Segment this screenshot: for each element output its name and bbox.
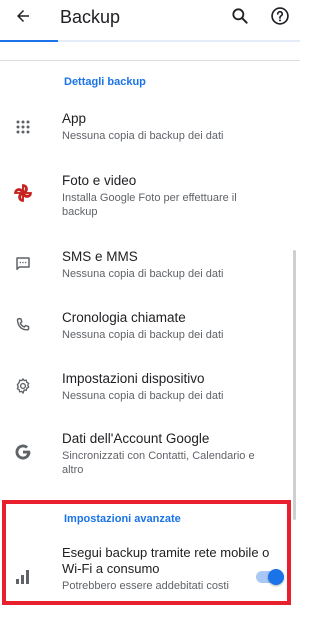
list-item-app[interactable]: App Nessuna copia di backup dei dati — [0, 108, 300, 148]
list-item-google-account-data[interactable]: Dati dell'Account Google Sincronizzati c… — [0, 428, 300, 480]
item-title: Foto e video — [62, 173, 137, 188]
section-header-backup-details: Dettagli backup — [64, 76, 146, 88]
list-item-call-history[interactable]: Cronologia chiamate Nessuna copia di bac… — [0, 307, 300, 347]
app-bar: Backup — [0, 0, 300, 40]
search-button[interactable] — [226, 4, 254, 32]
item-subtitle: Nessuna copia di backup dei dati — [62, 268, 224, 280]
item-title: Dati dell'Account Google — [62, 431, 210, 446]
item-subtitle: Potrebbero essere addebitati costi — [62, 580, 229, 592]
section-header-advanced: Impostazioni avanzate — [64, 513, 181, 525]
toggle-thumb[interactable] — [268, 569, 284, 585]
progress-indicator — [0, 40, 58, 42]
list-item-metered-backup[interactable]: Esegui backup tramite rete mobile o Wi-F… — [0, 545, 300, 605]
message-icon — [12, 253, 34, 275]
item-subtitle: Nessuna copia di backup dei dati — [62, 130, 224, 142]
item-title: Impostazioni dispositivo — [62, 371, 205, 386]
scrollbar[interactable] — [293, 250, 296, 520]
settings-gear-icon — [12, 375, 34, 397]
item-subtitle: Nessuna copia di backup dei dati — [62, 329, 224, 341]
phone-icon — [12, 314, 34, 336]
search-icon — [230, 6, 250, 31]
back-button[interactable] — [8, 4, 38, 32]
list-item-sms[interactable]: SMS e MMS Nessuna copia di backup dei da… — [0, 246, 300, 286]
help-icon — [270, 6, 290, 31]
item-title: App — [62, 111, 87, 126]
signal-bars-icon — [12, 565, 34, 587]
item-subtitle: Nessuna copia di backup dei dati — [62, 390, 224, 402]
list-item-photos[interactable]: Foto e video Installa Google Foto per ef… — [0, 168, 300, 220]
item-title: Cronologia chiamate — [62, 310, 186, 325]
pinwheel-icon — [12, 182, 34, 204]
help-button[interactable] — [266, 4, 294, 32]
item-title: Esegui backup tramite rete mobile o Wi-F… — [62, 545, 270, 576]
item-title: SMS e MMS — [62, 249, 138, 264]
apps-grid-icon — [12, 116, 34, 138]
arrow-back-icon — [14, 7, 32, 30]
google-g-icon — [12, 441, 34, 463]
divider — [0, 60, 300, 61]
item-subtitle: Installa Google Foto per effettuare il b… — [62, 192, 237, 218]
item-subtitle: Sincronizzati con Contatti, Calendario e… — [62, 450, 255, 476]
page-title: Backup — [60, 7, 121, 27]
list-item-device-settings[interactable]: Impostazioni dispositivo Nessuna copia d… — [0, 368, 300, 408]
